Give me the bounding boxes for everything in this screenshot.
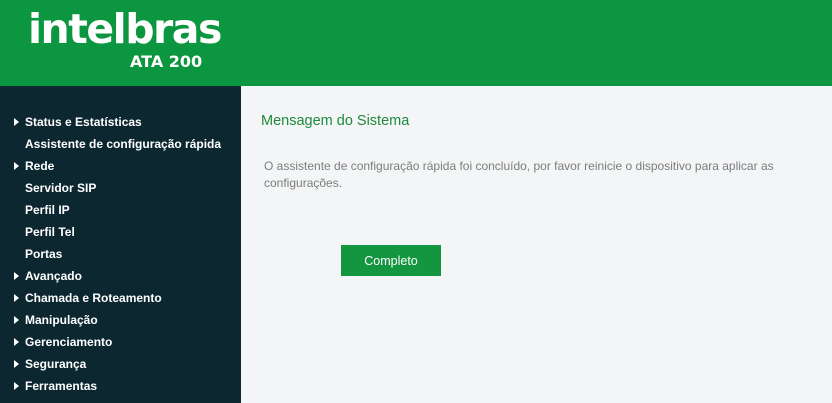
page-title: Mensagem do Sistema [261, 113, 410, 129]
sidebar-item-sip-server[interactable]: Servidor SIP [0, 177, 241, 199]
caret-right-icon [14, 272, 19, 280]
sidebar-item-label: Segurança [25, 357, 87, 371]
brand-logo: intelbras [28, 5, 222, 53]
sidebar-item-label: Chamada e Roteamento [25, 291, 162, 305]
sidebar-item-advanced[interactable]: Avançado [0, 265, 241, 287]
caret-right-icon [14, 162, 19, 170]
sidebar-item-label: Rede [25, 159, 55, 173]
caret-right-icon [14, 382, 19, 390]
sidebar-item-tools[interactable]: Ferramentas [0, 375, 241, 397]
sidebar-item-status[interactable]: Status e Estatísticas [0, 111, 241, 133]
sidebar-item-call-routing[interactable]: Chamada e Roteamento [0, 287, 241, 309]
caret-right-icon [14, 338, 19, 346]
sidebar-item-label: Servidor SIP [25, 181, 97, 195]
caret-right-icon [14, 118, 19, 126]
sidebar-item-label: Assistente de configuração rápida [25, 137, 222, 151]
sidebar-item-label: Manipulação [25, 313, 98, 327]
caret-right-icon [14, 294, 19, 302]
sidebar-item-label: Perfil Tel [25, 225, 75, 239]
sidebar-item-label: Avançado [25, 269, 82, 283]
sidebar-item-ports[interactable]: Portas [0, 243, 241, 265]
sidebar-item-security[interactable]: Segurança [0, 353, 241, 375]
device-model: ATA 200 [130, 52, 203, 71]
main-content: Mensagem do Sistema O assistente de conf… [241, 86, 832, 403]
sidebar-item-tel-profile[interactable]: Perfil Tel [0, 221, 241, 243]
sidebar-item-manipulation[interactable]: Manipulação [0, 309, 241, 331]
sidebar-item-label: Portas [25, 247, 63, 261]
sidebar-item-label: Ferramentas [25, 379, 98, 393]
sidebar-item-quick-setup[interactable]: Assistente de configuração rápida [0, 133, 241, 155]
sidebar: Status e Estatísticas Assistente de conf… [0, 86, 241, 403]
sidebar-item-ip-profile[interactable]: Perfil IP [0, 199, 241, 221]
complete-button[interactable]: Completo [341, 245, 441, 276]
sidebar-item-label: Status e Estatísticas [25, 115, 142, 129]
sidebar-item-label: Gerenciamento [25, 335, 113, 349]
system-message: O assistente de configuração rápida foi … [264, 159, 774, 190]
sidebar-item-network[interactable]: Rede [0, 155, 241, 177]
caret-right-icon [14, 316, 19, 324]
sidebar-item-management[interactable]: Gerenciamento [0, 331, 241, 353]
sidebar-nav: Status e Estatísticas Assistente de conf… [0, 111, 241, 397]
header-bar: intelbras ATA 200 [0, 0, 832, 86]
caret-right-icon [14, 360, 19, 368]
sidebar-item-label: Perfil IP [25, 203, 70, 217]
